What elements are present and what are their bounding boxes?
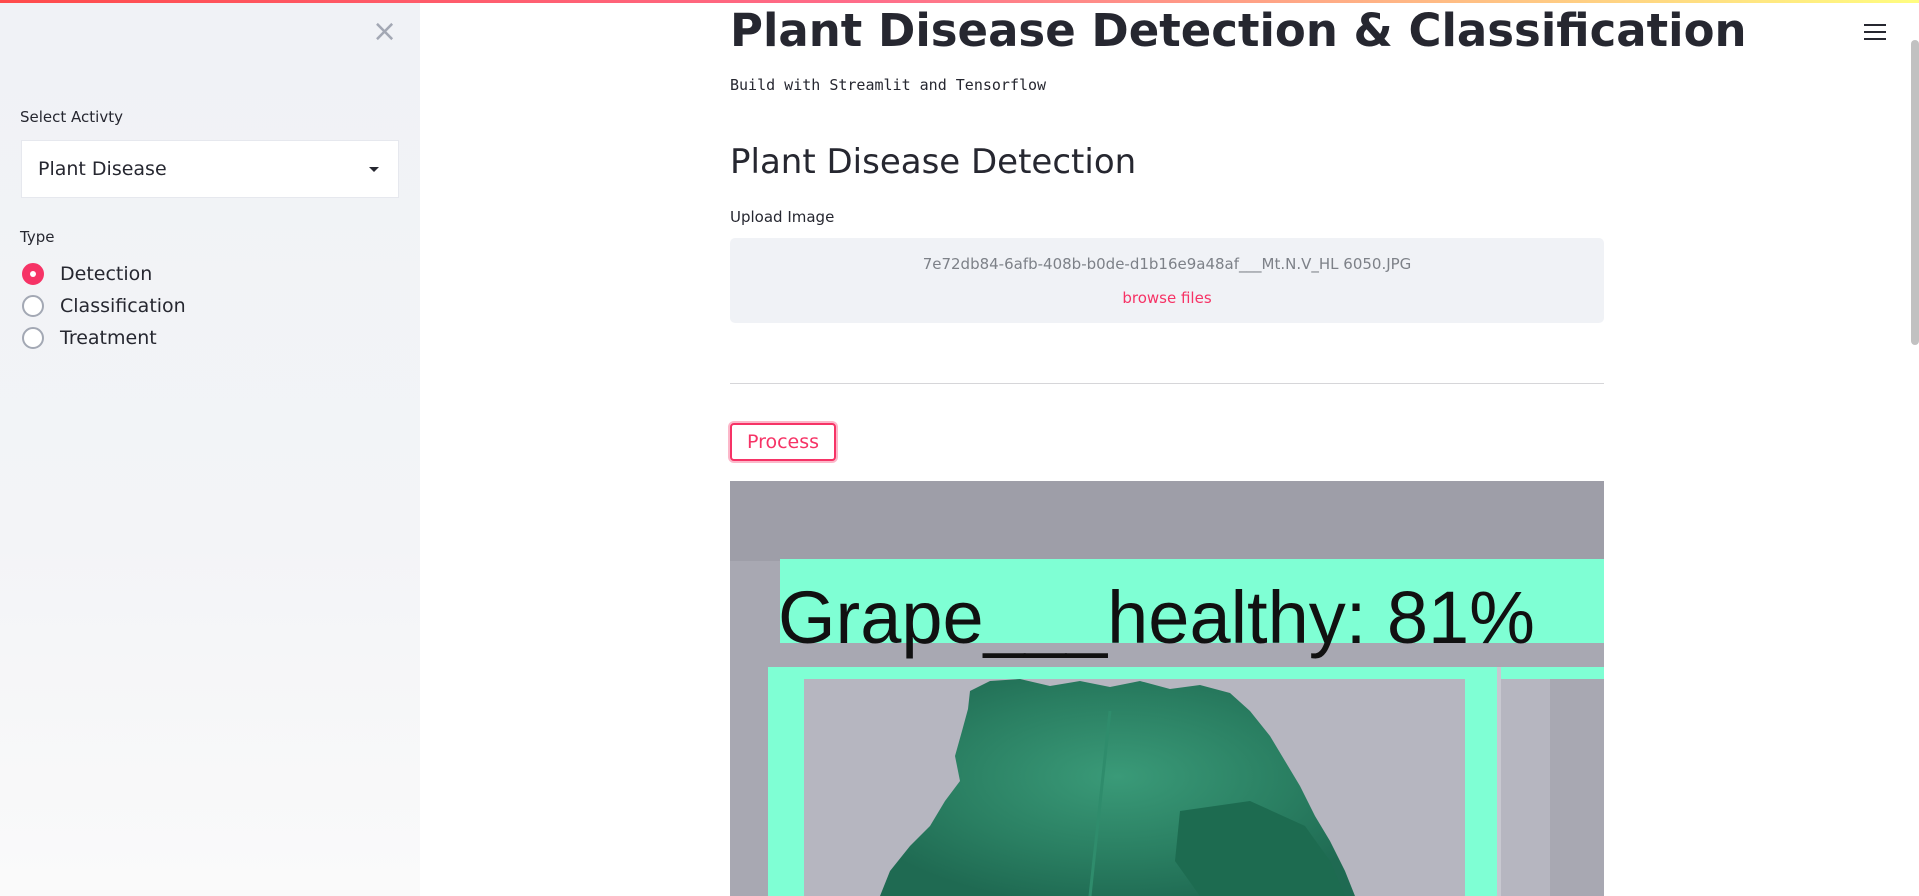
file-uploader-dropzone[interactable]: 7e72db84-6afb-408b-b0de-d1b16e9a48af___M… [730,238,1604,323]
upload-image-label: Upload Image [730,208,835,226]
uploaded-file-name: 7e72db84-6afb-408b-b0de-d1b16e9a48af___M… [922,255,1412,273]
radio-treatment[interactable]: Treatment [22,325,157,351]
detection-label: Grape___healthy: 81% [778,576,1535,659]
top-decoration-bar [0,0,1919,3]
radio-detection[interactable]: Detection [22,261,152,287]
section-title: Plant Disease Detection [730,142,1137,182]
radio-label-detection: Detection [60,263,153,285]
browse-files-link[interactable]: browse files [730,289,1604,307]
detection-result-image: Grape___healthy: 81% [730,481,1604,896]
hamburger-menu-icon[interactable] [1864,24,1886,44]
radio-unchecked-icon[interactable] [22,295,44,317]
select-activity-label: Select Activty [20,108,123,126]
type-label: Type [20,228,55,246]
page-subtitle: Build with Streamlit and Tensorflow [730,76,1047,94]
sidebar: × Select Activty Plant Disease Type Dete… [0,0,420,896]
page-scrollbar[interactable] [1911,40,1919,345]
divider [730,383,1604,384]
radio-label-treatment: Treatment [60,327,157,349]
process-button[interactable]: Process [730,423,836,461]
close-icon[interactable]: × [372,17,397,47]
radio-checked-icon[interactable] [22,263,44,285]
radio-unchecked-icon[interactable] [22,327,44,349]
page-title: Plant Disease Detection & Classification [730,4,1747,57]
radio-label-classification: Classification [60,295,186,317]
activity-select-value: Plant Disease [38,158,167,180]
radio-classification[interactable]: Classification [22,293,186,319]
activity-select[interactable]: Plant Disease [21,140,399,198]
leaf-photo [730,481,1604,896]
chevron-down-icon [369,167,379,172]
